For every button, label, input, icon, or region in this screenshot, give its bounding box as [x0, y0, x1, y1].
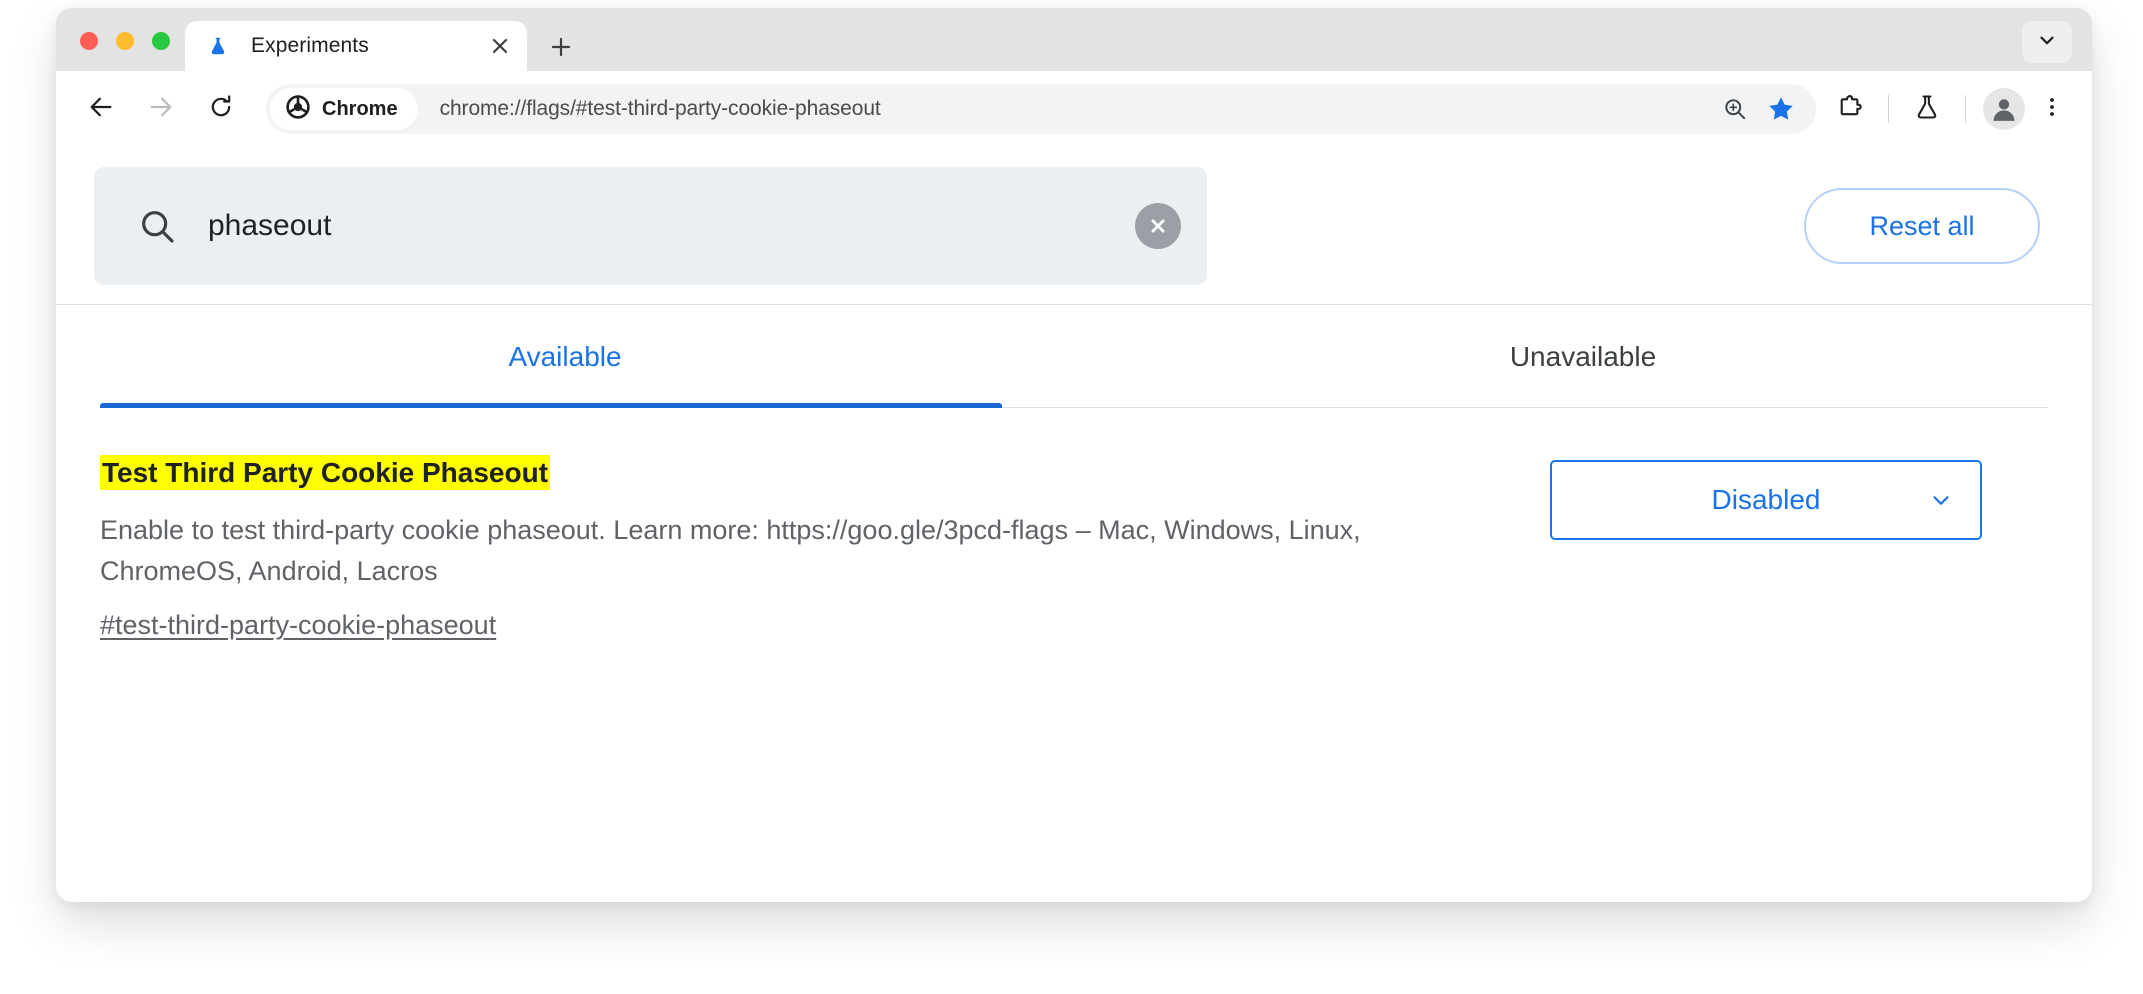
tab-unavailable-label: Unavailable [1509, 340, 1657, 372]
flags-tabs: Available Unavailable [56, 305, 2092, 408]
flags-header: Reset all [56, 147, 2092, 305]
arrow-left-icon [87, 93, 115, 126]
forward-button [138, 86, 184, 132]
flask-icon [207, 35, 229, 57]
three-dot-menu-icon [2040, 95, 2064, 124]
browser-toolbar: Chrome chrome://flags/#test-third-party-… [56, 71, 2092, 147]
chevron-down-icon [2036, 29, 2058, 56]
person-avatar-icon [1983, 88, 2025, 130]
clear-search-button[interactable] [1135, 202, 1181, 249]
browser-window: Experiments Chrome chrome://flags/#test-… [56, 8, 2092, 902]
reload-icon [207, 93, 235, 126]
search-input[interactable] [206, 207, 1135, 244]
star-filled-icon[interactable] [1760, 88, 1802, 130]
close-window-button[interactable] [80, 32, 98, 50]
profile-button[interactable] [1980, 85, 2028, 133]
maximize-window-button[interactable] [152, 32, 170, 50]
search-icon [134, 203, 180, 249]
omnibox-url-text[interactable]: chrome://flags/#test-third-party-cookie-… [440, 97, 1714, 121]
new-tab-button[interactable] [543, 29, 579, 65]
flag-description: Enable to test third-party cookie phaseo… [100, 515, 1361, 587]
close-tab-button[interactable] [483, 29, 517, 63]
minimize-window-button[interactable] [116, 32, 134, 50]
browser-tab-experiments[interactable]: Experiments [185, 21, 527, 71]
tab-available[interactable]: Available [56, 305, 1074, 408]
flag-state-value: Disabled [1711, 484, 1821, 515]
chrome-chip-label: Chrome [322, 97, 398, 120]
reset-all-button[interactable]: Reset all [1804, 188, 2040, 264]
puzzle-piece-icon [1836, 93, 1864, 126]
omnibox[interactable]: Chrome chrome://flags/#test-third-party-… [266, 84, 1816, 134]
back-button[interactable] [78, 86, 124, 132]
flags-page: Reset all Available Unavailable Test Thi… [56, 147, 2092, 902]
flag-entry: Test Third Party Cookie Phaseout Enable … [56, 408, 2092, 641]
tab-strip: Experiments [56, 8, 2092, 71]
flag-entry-main: Test Third Party Cookie Phaseout Enable … [100, 452, 1520, 641]
extensions-button[interactable] [1826, 85, 1874, 133]
toolbar-right-actions [1816, 85, 2092, 133]
zoom-in-icon[interactable] [1714, 88, 1756, 130]
flag-permalink[interactable]: #test-third-party-cookie-phaseout [100, 610, 496, 641]
flag-state-select[interactable]: Disabled [1550, 460, 1982, 540]
toolbar-divider [1965, 95, 1966, 123]
reload-button[interactable] [198, 86, 244, 132]
flags-search-box[interactable] [94, 166, 1207, 285]
tab-available-label: Available [508, 340, 622, 372]
experiments-button[interactable] [1903, 85, 1951, 133]
chevron-down-icon [1928, 487, 1954, 513]
chrome-origin-chip[interactable]: Chrome [270, 88, 418, 130]
flask-icon [1913, 93, 1941, 126]
flag-title: Test Third Party Cookie Phaseout [100, 455, 551, 490]
three-dot-menu-button[interactable] [2028, 85, 2076, 133]
arrow-right-icon [147, 93, 175, 126]
omnibox-actions [1714, 88, 1808, 130]
chrome-logo-icon [286, 94, 310, 124]
tab-title: Experiments [251, 34, 369, 57]
tab-search-button[interactable] [2022, 21, 2072, 63]
tab-unavailable[interactable]: Unavailable [1074, 305, 2092, 408]
toolbar-divider [1888, 95, 1889, 123]
traffic-lights [80, 32, 170, 50]
